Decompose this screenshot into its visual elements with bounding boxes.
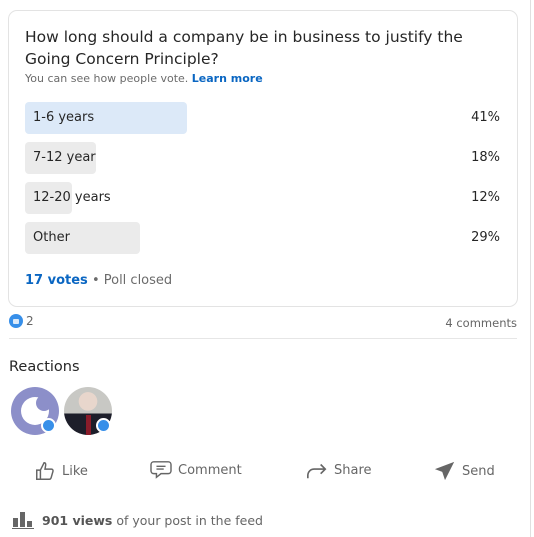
poll-subtitle-text: You can see how people vote. — [25, 72, 189, 85]
comment-button[interactable]: Comment — [150, 460, 242, 480]
poll-option-label: 7-12 year — [33, 150, 96, 165]
send-button[interactable]: Send — [434, 460, 495, 482]
comment-label: Comment — [178, 462, 242, 478]
poll-option-percent: 18% — [471, 150, 500, 165]
views-text: 901 views of your post in the feed — [42, 513, 263, 528]
like-label: Like — [62, 463, 88, 479]
poll-option[interactable]: Other 29% — [25, 222, 500, 254]
reaction-count-text: 2 — [26, 314, 34, 328]
like-badge-icon — [96, 418, 111, 433]
poll-footer: 17 votes • Poll closed — [25, 273, 172, 288]
send-label: Send — [462, 463, 495, 479]
scrollbar-edge — [530, 0, 531, 537]
votes-link[interactable]: 17 votes — [25, 273, 88, 288]
poll-option[interactable]: 12-20 years 12% — [25, 182, 500, 214]
like-badge-icon — [41, 418, 56, 433]
poll-option[interactable]: 1-6 years 41% — [25, 102, 500, 134]
poll-question: How long should a company be in business… — [25, 28, 463, 68]
poll-status: • Poll closed — [91, 273, 173, 288]
poll-option-percent: 29% — [471, 230, 500, 245]
poll-option-label: 12-20 years — [33, 190, 111, 205]
poll-card: How long should a company be in business… — [8, 10, 518, 307]
share-icon — [307, 463, 327, 479]
views-count: 901 views — [42, 512, 113, 528]
send-icon — [434, 461, 455, 481]
analytics-bar-icon — [12, 512, 34, 529]
post-views[interactable]: 901 views of your post in the feed — [12, 511, 263, 529]
comments-count-link[interactable]: 4 comments — [445, 316, 517, 330]
reaction-count[interactable]: 2 — [9, 314, 34, 328]
share-label: Share — [334, 462, 372, 478]
divider — [9, 338, 517, 339]
poll-subtitle: You can see how people vote. Learn more — [25, 72, 263, 85]
poll-option-label: Other — [33, 230, 70, 245]
reactions-title: Reactions — [9, 359, 80, 375]
share-button[interactable]: Share — [306, 460, 372, 480]
poll-option[interactable]: 7-12 year 18% — [25, 142, 500, 174]
poll-option-percent: 12% — [471, 190, 500, 205]
views-suffix: of your post in the feed — [116, 512, 263, 528]
learn-more-link[interactable]: Learn more — [192, 72, 263, 85]
like-reaction-icon — [9, 314, 23, 328]
comment-icon — [150, 461, 172, 479]
like-button[interactable]: Like — [34, 460, 88, 482]
poll-option-label: 1-6 years — [33, 110, 95, 125]
poll-option-percent: 41% — [471, 110, 500, 125]
thumbs-up-icon — [36, 462, 54, 480]
